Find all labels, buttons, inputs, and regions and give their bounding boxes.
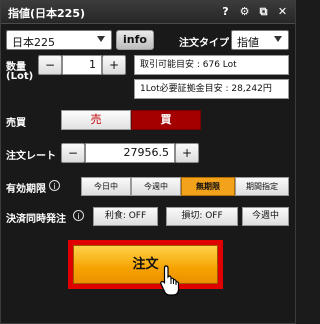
tradable-lot-info: 取引可能目安 : 676 Lot xyxy=(134,55,289,75)
settlement-info-icon[interactable]: i xyxy=(73,210,84,221)
chevron-down-icon xyxy=(274,36,282,42)
order-type-label: 注文タイプ xyxy=(179,38,229,49)
expiry-unlimited-button[interactable]: 無期限 xyxy=(181,177,235,196)
order-type-value: 指値 xyxy=(237,36,259,49)
window-title: 指値(日本225) xyxy=(8,7,86,20)
side-label: 売買 xyxy=(6,118,26,129)
quantity-minus-button[interactable]: − xyxy=(38,55,62,75)
order-panel: 指値(日本225) ? ⚙ ⧉ ✕ 日本225 info 注文タイプ 指値 数量… xyxy=(0,0,296,324)
gear-icon[interactable]: ⚙ xyxy=(238,4,251,19)
hand-cursor-icon xyxy=(160,265,180,296)
settlement-this-week-button[interactable]: 今週中 xyxy=(242,207,289,226)
chevron-down-icon xyxy=(97,36,105,42)
order-button[interactable]: 注文 xyxy=(73,245,218,284)
quantity-unit-label: (Lot) xyxy=(6,71,34,82)
rate-minus-button[interactable]: − xyxy=(61,143,85,163)
expiry-specify-button[interactable]: 期間指定 xyxy=(235,177,289,196)
expiry-info-icon[interactable]: i xyxy=(49,180,60,191)
expiry-label: 有効期限 xyxy=(6,184,46,195)
quantity-input[interactable]: 1 xyxy=(62,55,102,75)
popout-icon[interactable]: ⧉ xyxy=(257,4,270,19)
buy-button[interactable]: 買 xyxy=(131,110,201,130)
rate-input[interactable]: 27956.5 xyxy=(85,143,175,163)
required-margin-info: 1Lot必要証拠金目安 : 28,242円 xyxy=(134,79,289,99)
info-button[interactable]: info xyxy=(116,30,154,50)
close-icon[interactable]: ✕ xyxy=(276,4,289,19)
sell-button[interactable]: 売 xyxy=(61,110,131,130)
rate-plus-button[interactable]: + xyxy=(175,143,199,163)
expiry-today-button[interactable]: 今日中 xyxy=(81,177,131,196)
symbol-value: 日本225 xyxy=(12,36,55,49)
take-profit-button[interactable]: 利食: OFF xyxy=(93,207,158,226)
quantity-plus-button[interactable]: + xyxy=(102,55,126,75)
rate-label: 注文レート xyxy=(6,151,56,162)
settlement-label: 決済同時発注 xyxy=(6,214,66,225)
order-type-select[interactable]: 指値 xyxy=(231,30,289,50)
title-bar: 指値(日本225) ? ⚙ ⧉ ✕ xyxy=(1,1,295,24)
help-icon[interactable]: ? xyxy=(219,4,232,19)
stop-loss-button[interactable]: 損切: OFF xyxy=(166,207,238,226)
expiry-this-week-button[interactable]: 今週中 xyxy=(131,177,181,196)
symbol-select[interactable]: 日本225 xyxy=(6,30,112,50)
